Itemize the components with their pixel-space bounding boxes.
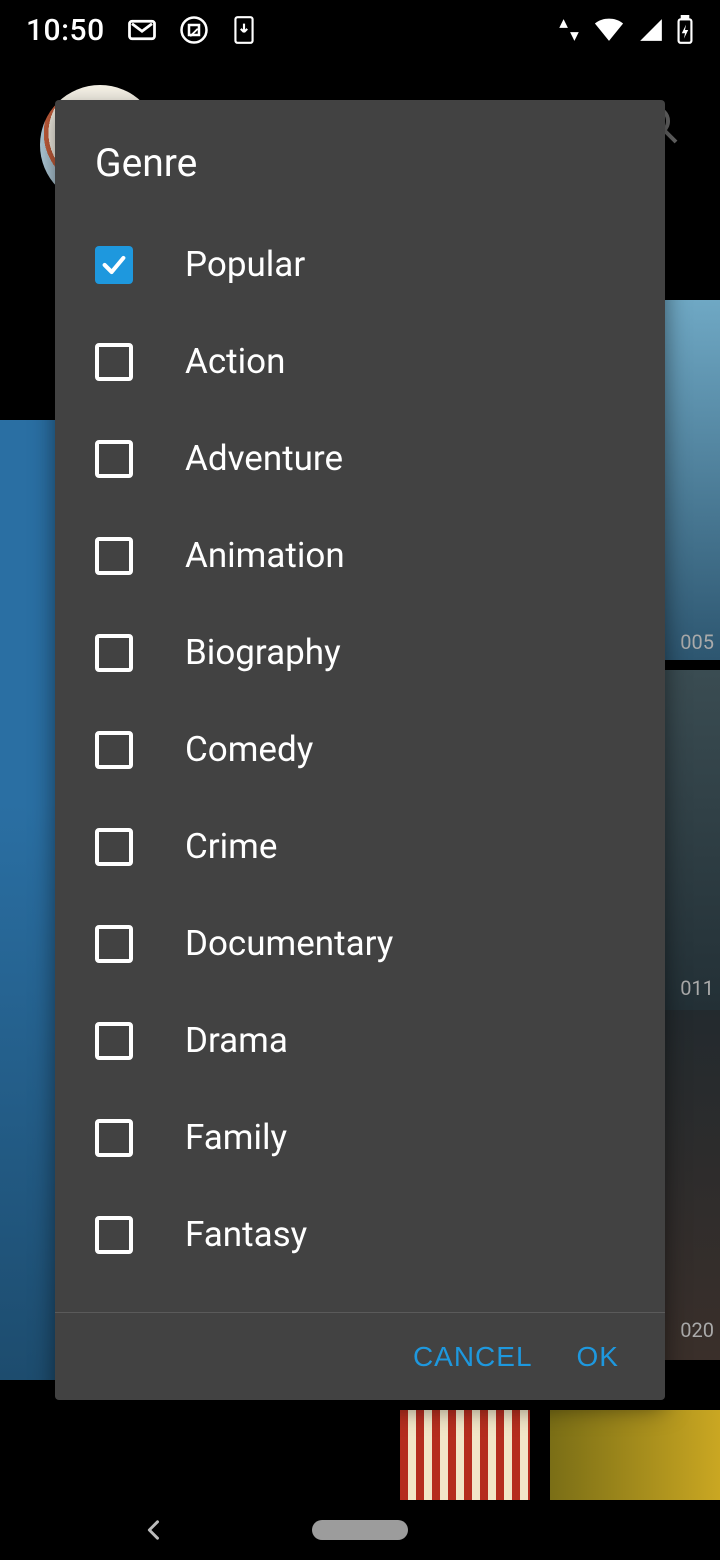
- screenshot-icon: [179, 15, 209, 45]
- genre-row-crime[interactable]: Crime: [55, 798, 665, 895]
- genre-label: Action: [185, 341, 285, 382]
- signal-icon: [638, 17, 664, 43]
- checkbox[interactable]: [95, 537, 133, 575]
- checkbox-empty-icon: [95, 1022, 133, 1060]
- checkbox[interactable]: [95, 440, 133, 478]
- bg-poster: [660, 1010, 720, 1360]
- genre-list[interactable]: Popular Action Adventure Animation Biography…: [55, 216, 665, 1312]
- genre-label: Drama: [185, 1020, 288, 1061]
- bg-year: 005: [680, 630, 714, 654]
- checkbox-empty-icon: [95, 537, 133, 575]
- ok-button[interactable]: OK: [577, 1341, 619, 1373]
- gmail-icon: [127, 15, 157, 45]
- bg-year: 011: [680, 976, 714, 1000]
- checkbox-empty-icon: [95, 828, 133, 866]
- genre-row-adventure[interactable]: Adventure: [55, 410, 665, 507]
- genre-row-family[interactable]: Family: [55, 1089, 665, 1186]
- nav-home-pill[interactable]: [312, 1520, 408, 1540]
- bg-year: 020: [680, 1318, 714, 1342]
- checkbox-checked-icon: [95, 246, 133, 284]
- genre-label: Comedy: [185, 729, 313, 770]
- genre-row-fantasy[interactable]: Fantasy: [55, 1186, 665, 1283]
- bg-poster: [660, 300, 720, 660]
- checkbox[interactable]: [95, 1216, 133, 1254]
- battery-charging-icon: [676, 15, 694, 45]
- checkbox[interactable]: [95, 634, 133, 672]
- genre-label: Fantasy: [185, 1214, 307, 1255]
- bg-poster: [660, 670, 720, 1010]
- status-clock: 10:50: [26, 13, 105, 48]
- checkbox[interactable]: [95, 343, 133, 381]
- genre-label: Crime: [185, 826, 277, 867]
- nav-bar: [0, 1500, 720, 1560]
- wifi-icon: 5: [592, 17, 626, 43]
- checkbox[interactable]: [95, 925, 133, 963]
- checkbox-empty-icon: [95, 1216, 133, 1254]
- genre-label: Popular: [185, 244, 305, 285]
- genre-row-action[interactable]: Action: [55, 313, 665, 410]
- checkbox[interactable]: [95, 731, 133, 769]
- checkbox[interactable]: [95, 828, 133, 866]
- status-right: 5: [558, 15, 694, 45]
- genre-label: Animation: [185, 535, 345, 576]
- nav-back-button[interactable]: [140, 1516, 168, 1544]
- genre-row-comedy[interactable]: Comedy: [55, 701, 665, 798]
- checkbox-empty-icon: [95, 1119, 133, 1157]
- status-left: 10:50: [26, 13, 257, 48]
- cancel-button[interactable]: CANCEL: [413, 1341, 533, 1373]
- genre-label: Adventure: [185, 438, 343, 479]
- download-icon: [231, 15, 257, 45]
- bg-poster: [400, 1410, 530, 1500]
- genre-row-animation[interactable]: Animation: [55, 507, 665, 604]
- checkbox-empty-icon: [95, 440, 133, 478]
- screen: 005 011 020 10:50: [0, 0, 720, 1560]
- genre-label: Biography: [185, 632, 341, 673]
- data-updown-icon: [558, 17, 580, 43]
- checkbox-empty-icon: [95, 634, 133, 672]
- genre-row-drama[interactable]: Drama: [55, 992, 665, 1089]
- checkbox-empty-icon: [95, 731, 133, 769]
- wifi-badge: 5: [617, 28, 624, 42]
- dialog-title: Genre: [55, 100, 665, 216]
- dialog-buttons: CANCEL OK: [55, 1313, 665, 1400]
- checkbox-empty-icon: [95, 343, 133, 381]
- checkbox-empty-icon: [95, 925, 133, 963]
- genre-row-documentary[interactable]: Documentary: [55, 895, 665, 992]
- checkbox[interactable]: [95, 1119, 133, 1157]
- genre-row-popular[interactable]: Popular: [55, 216, 665, 313]
- bg-poster: [550, 1410, 720, 1500]
- checkbox[interactable]: [95, 246, 133, 284]
- genre-label: Documentary: [185, 923, 393, 964]
- checkbox[interactable]: [95, 1022, 133, 1060]
- genre-row-biography[interactable]: Biography: [55, 604, 665, 701]
- genre-row-film-noir[interactable]: Film-Noir: [55, 1283, 665, 1312]
- bg-sidebar: [0, 420, 55, 1380]
- genre-label: Family: [185, 1117, 287, 1158]
- genre-dialog: Genre Popular Action Adventure Animation Bio…: [55, 100, 665, 1400]
- status-bar: 10:50: [0, 0, 720, 60]
